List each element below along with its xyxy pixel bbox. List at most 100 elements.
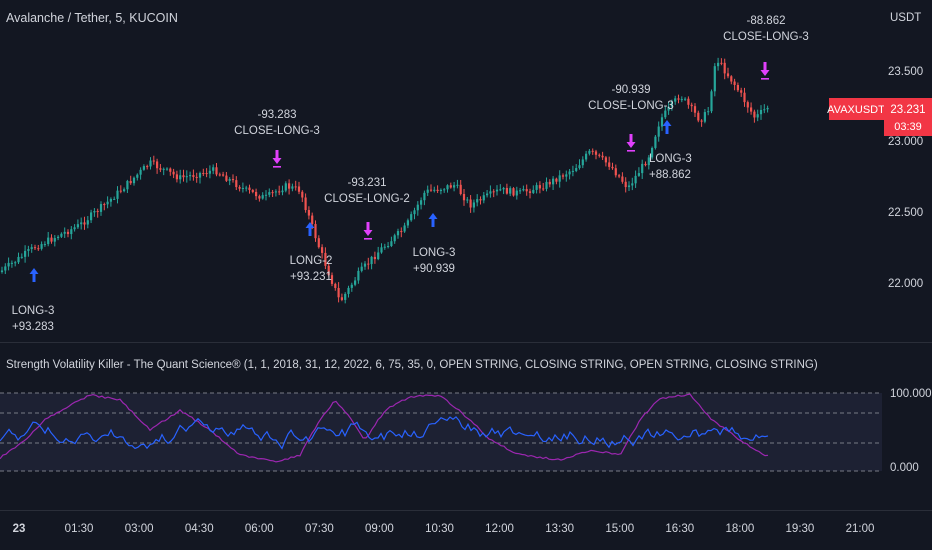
candle-body [340, 297, 343, 300]
signal-value: -93.231 [347, 177, 386, 189]
candle-body [558, 175, 561, 182]
candle-body [245, 187, 248, 189]
candle-body [113, 198, 116, 200]
time-tick-label: 23 [13, 523, 26, 535]
candle-body [476, 199, 479, 203]
candle-body [50, 237, 53, 242]
signal-name: LONG-3 [12, 305, 55, 317]
candle-body [360, 266, 363, 271]
candle-body [90, 212, 93, 221]
candle-body [568, 171, 571, 175]
candle-body [0, 270, 4, 272]
indicator-pane[interactable] [0, 392, 882, 472]
price-tick-label: 22.000 [888, 278, 923, 290]
candle-body [502, 187, 505, 190]
candle-body [76, 224, 79, 228]
candle-body [403, 225, 406, 232]
candle-body [575, 168, 578, 171]
candle-body [294, 186, 297, 188]
candle-body [571, 170, 574, 172]
candle-body [63, 231, 66, 234]
candle-body [631, 183, 634, 186]
candle-body [248, 187, 251, 191]
candle-body [456, 184, 459, 186]
indicator-band [0, 393, 882, 471]
time-tick-label: 10:30 [425, 523, 454, 535]
candle-body [228, 179, 231, 181]
candle-body [700, 120, 703, 122]
candle-body [241, 188, 244, 190]
candle-body [142, 166, 145, 170]
candle-body [159, 168, 162, 170]
candle-body [515, 190, 518, 196]
candle-body [198, 173, 202, 178]
signal-name: CLOSE-LONG-3 [234, 125, 320, 137]
candle-body [175, 174, 178, 180]
candle-body [693, 106, 697, 113]
candle-body [548, 181, 551, 185]
candle-body [264, 194, 268, 196]
time-axis[interactable]: 23 01:30 03:00 04:30 06:00 07:30 09:00 10:30 12:… [13, 523, 875, 535]
time-tick-label: 09:00 [365, 523, 394, 535]
signal-name: LONG-2 [290, 255, 333, 267]
candle-body [202, 173, 205, 175]
candle-body [205, 173, 208, 175]
pane-divider[interactable] [0, 342, 932, 343]
candle-body [169, 168, 172, 172]
candle-body [314, 223, 317, 239]
candle-body [70, 229, 73, 235]
candle-body [27, 249, 30, 251]
candle-body [152, 160, 155, 162]
candle-body [274, 191, 277, 193]
trading-chart-window: LONG-3 +93.283 -93.283 CLOSE-LONG-3 LONG-2 +9… [0, 0, 932, 550]
candle-body [492, 191, 495, 193]
candle-body [753, 111, 756, 118]
candle-body [499, 189, 502, 191]
currency-label[interactable]: USDT [890, 12, 921, 24]
candle-body [660, 117, 664, 127]
candle-body [594, 151, 598, 155]
candle-body [436, 189, 439, 192]
candle-body [585, 153, 588, 160]
candle-body [433, 189, 436, 191]
candle-body [109, 198, 112, 202]
symbol-title[interactable]: Avalanche / Tether, 5, KUCOIN [6, 11, 178, 25]
candle-body [581, 159, 584, 166]
chart-canvas[interactable]: LONG-3 +93.283 -93.283 CLOSE-LONG-3 LONG-2 +9… [0, 0, 932, 550]
candle-body [459, 184, 462, 195]
candle-body [690, 104, 693, 107]
candle-body [766, 107, 769, 110]
candle-body [291, 186, 294, 189]
time-tick-label: 01:30 [65, 523, 94, 535]
candle-body [284, 183, 287, 191]
candle-body [449, 185, 452, 188]
candle-body [423, 192, 426, 201]
candle-body [146, 166, 149, 168]
candle-body [86, 220, 89, 225]
candle-body [334, 283, 337, 288]
candle-body [185, 176, 188, 178]
indicator-title[interactable]: Strength Volatility Killer - The Quant S… [6, 359, 818, 371]
candle-body [311, 215, 314, 224]
candle-body [377, 252, 380, 260]
candle-body [99, 204, 103, 212]
candle-body [195, 176, 198, 178]
close-bar-icon [273, 166, 281, 168]
candle-body [83, 222, 86, 225]
candle-body [627, 185, 631, 188]
candle-body [297, 186, 301, 192]
candle-body [525, 189, 528, 192]
candle-body [116, 190, 119, 199]
candle-body [258, 196, 261, 199]
candle-body [363, 263, 367, 267]
candle-body [591, 150, 594, 152]
candle-body [746, 102, 749, 108]
candle-body [723, 62, 726, 74]
candle-body [317, 238, 320, 248]
candle-body [443, 189, 446, 191]
candle-body [674, 98, 677, 102]
close-bar-icon [761, 78, 769, 80]
candle-body [495, 189, 499, 192]
signal-name: CLOSE-LONG-3 [723, 31, 809, 43]
candle-body [703, 112, 706, 122]
